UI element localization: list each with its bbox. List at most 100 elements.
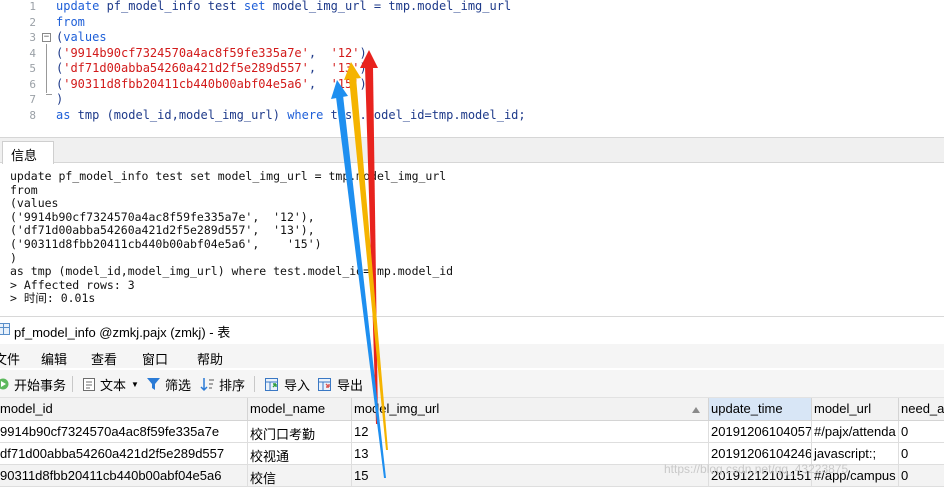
- line-number: 5: [29, 62, 36, 75]
- editor-gutter-line: 4: [0, 46, 56, 62]
- table-cell[interactable]: 20191206104057: [709, 421, 812, 443]
- line-number: 6: [29, 77, 36, 91]
- column-header-label: need_a: [901, 401, 944, 416]
- code-line[interactable]: as tmp (model_id,model_img_url) where te…: [56, 108, 526, 124]
- code-line[interactable]: ('90311d8fbb20411cb440b00abf04e5a6', '15…: [56, 77, 367, 93]
- editor-gutter-line: 1: [0, 0, 56, 15]
- begin-transaction-label: 开始事务: [14, 377, 67, 393]
- table-cell[interactable]: #/pajx/attenda: [812, 421, 899, 443]
- sql-text: tmp (model_id,model_img_url): [70, 107, 288, 122]
- window-title: pf_model_info @zmkj.pajx (zmkj) - 表: [14, 325, 231, 340]
- sql-text: model_img_url = tmp.model_img_url: [265, 0, 512, 13]
- filter-icon: [147, 378, 160, 390]
- menu-view[interactable]: 查看: [91, 349, 117, 368]
- code-line[interactable]: ): [56, 92, 63, 108]
- sql-keyword: values: [63, 30, 107, 44]
- sql-text: ): [56, 92, 64, 106]
- fold-line: [46, 44, 47, 93]
- code-line[interactable]: (values: [56, 30, 107, 46]
- column-header-need-a[interactable]: need_a: [899, 398, 944, 421]
- sql-text: ,: [308, 45, 331, 60]
- sql-keyword: from: [56, 14, 85, 29]
- table-cell[interactable]: 90311d8fbb20411cb440b00abf04e5a6: [0, 465, 248, 487]
- toolbar-separator: [254, 376, 255, 392]
- export-label: 导出: [337, 377, 364, 393]
- table-cell[interactable]: 12: [352, 421, 709, 443]
- import-label: 导入: [284, 377, 311, 393]
- column-header-model-name[interactable]: model_name: [248, 398, 352, 421]
- sql-text: ,: [308, 61, 331, 75]
- table-cell[interactable]: 校门口考勤: [248, 421, 352, 443]
- sql-text: test.model_id=tmp.model_id;: [323, 107, 526, 122]
- editor-gutter-line: 2: [0, 15, 56, 31]
- sort-icon: [200, 377, 214, 391]
- code-line[interactable]: update pf_model_info test set model_img_…: [56, 0, 511, 15]
- sql-string: '9914b90cf7324570a4ac8f59fe335a7e': [63, 45, 309, 60]
- column-header-model-id[interactable]: model_id: [0, 398, 248, 421]
- sort-button[interactable]: 排序: [200, 375, 245, 393]
- chevron-down-icon: ▼: [131, 379, 139, 389]
- table-window-titlebar: pf_model_info @zmkj.pajx (zmkj) - 表: [0, 316, 944, 342]
- column-header-label: update_time: [711, 401, 783, 416]
- sql-string: 'df71d00abba54260a421d2f5e289d557': [63, 61, 309, 75]
- code-line[interactable]: from: [56, 15, 85, 31]
- column-header-model-url[interactable]: model_url: [812, 398, 899, 421]
- info-line: > 时间: 0.01s: [10, 291, 96, 306]
- table-cell[interactable]: 0: [899, 443, 944, 465]
- watermark: https://blog.csdn.net/qq_43223875: [664, 462, 849, 476]
- menu-help[interactable]: 帮助: [197, 349, 223, 368]
- table-cell[interactable]: 15: [352, 465, 709, 487]
- fold-end: [46, 94, 52, 95]
- fold-toggle-icon[interactable]: −: [42, 33, 51, 42]
- table-cell[interactable]: 校视通: [248, 443, 352, 465]
- sql-string: '12': [330, 45, 360, 60]
- sort-label: 排序: [219, 377, 246, 393]
- menu-window[interactable]: 窗口: [142, 349, 168, 368]
- menu-edit[interactable]: 编辑: [41, 349, 67, 368]
- table-cell[interactable]: 13: [352, 443, 709, 465]
- table-toolbar: 开始事务 文本 ▼ 筛选 排序 导入 导出: [0, 370, 944, 398]
- sql-string: '13': [330, 61, 360, 75]
- code-line[interactable]: ('df71d00abba54260a421d2f5e289d557', '13…: [56, 61, 374, 77]
- table-cell[interactable]: 0: [899, 421, 944, 443]
- transaction-icon: [0, 378, 9, 390]
- document-icon: [83, 377, 95, 391]
- editor-gutter-line: 3−: [0, 30, 56, 46]
- tab-info[interactable]: 信息: [2, 141, 54, 164]
- text-view-button[interactable]: 文本 ▼: [82, 375, 139, 393]
- export-button[interactable]: 导出: [317, 375, 363, 393]
- code-line[interactable]: ('9914b90cf7324570a4ac8f59fe335a7e', '12…: [56, 46, 374, 62]
- line-number: 7: [29, 93, 36, 106]
- line-number: 2: [29, 15, 36, 29]
- sql-keyword: where: [287, 107, 324, 122]
- column-header-update-time[interactable]: update_time: [709, 398, 812, 421]
- column-header-label: model_url: [814, 401, 872, 416]
- column-header-model-img-url[interactable]: model_img_url: [352, 398, 709, 421]
- sql-editor[interactable]: 1 update pf_model_info test set model_img…: [0, 0, 944, 136]
- column-header-label: model_name: [250, 401, 326, 416]
- info-line: update pf_model_info test set model_img_…: [10, 169, 447, 183]
- sql-text: pf_model_info test: [99, 0, 244, 13]
- menu-file[interactable]: 文件: [0, 349, 20, 368]
- begin-transaction-button[interactable]: 开始事务: [0, 375, 66, 393]
- info-panel: update pf_model_info test set model_img_…: [0, 164, 944, 312]
- sql-text: ),: [359, 45, 374, 60]
- sql-text: ,: [308, 76, 331, 91]
- import-button[interactable]: 导入: [264, 375, 310, 393]
- table-cell[interactable]: 9914b90cf7324570a4ac8f59fe335a7e: [0, 421, 248, 443]
- table-cell[interactable]: 校信: [248, 465, 352, 487]
- sql-string: '15': [330, 76, 360, 91]
- line-number: 8: [29, 108, 36, 122]
- filter-button[interactable]: 筛选: [146, 375, 191, 393]
- sort-ascending-icon[interactable]: [692, 407, 700, 413]
- editor-gutter-line: 6: [0, 77, 56, 93]
- menu-bar: 文件 编辑 查看 窗口 帮助: [0, 344, 944, 368]
- sql-keyword: as: [56, 107, 71, 122]
- table-cell[interactable]: 0: [899, 465, 944, 487]
- table-cell[interactable]: df71d00abba54260a421d2f5e289d557: [0, 443, 248, 465]
- toolbar-separator: [72, 376, 73, 392]
- column-header-label: model_id: [0, 401, 53, 416]
- info-line: ('90311d8fbb20411cb440b00abf04e5a6', '15…: [10, 237, 322, 251]
- table-icon: [0, 323, 10, 335]
- line-number: 3: [29, 31, 36, 44]
